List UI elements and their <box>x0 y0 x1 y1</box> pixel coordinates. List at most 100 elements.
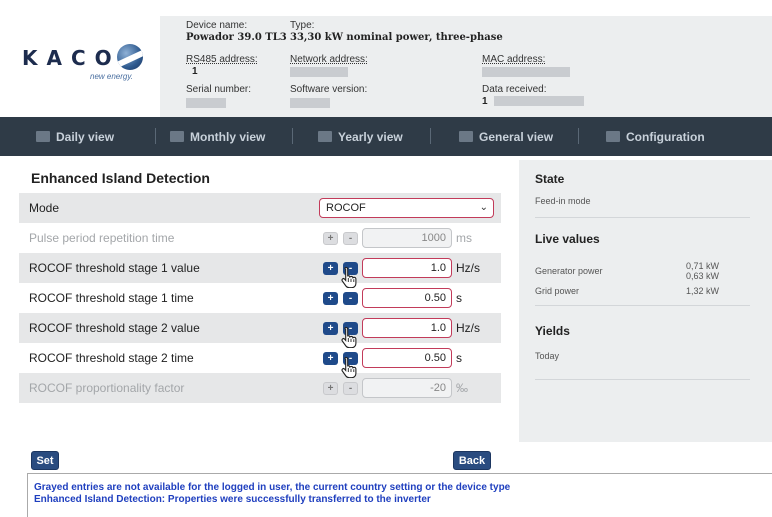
data-received-value: 1 <box>482 96 488 107</box>
nav-configuration-label: Configuration <box>626 129 705 144</box>
device-info-panel: Device name: Powador 39.0 TL3 Type: 33,3… <box>160 16 772 117</box>
nav-daily-view[interactable]: Daily view <box>36 117 114 156</box>
divider <box>535 217 750 218</box>
serial-cell: Serial number: <box>186 84 251 109</box>
hand-pointer-icon <box>341 266 357 288</box>
serial-value-redacted <box>186 98 226 109</box>
nav-yearly-label: Yearly view <box>338 129 403 144</box>
yields-today-label: Today <box>535 351 560 361</box>
data-received-cell: Data received: 1 <box>482 84 585 107</box>
threshold-1-time-minus-button[interactable]: - <box>343 292 358 305</box>
generator-power-value-1: 0,71 kW <box>685 261 719 271</box>
brand-name: KACO <box>22 46 121 70</box>
threshold-1-time-plus-button[interactable]: + <box>323 292 338 305</box>
generator-power-values: 0,71 kW 0,63 kW <box>686 261 719 281</box>
threshold-2-value-label: ROCOF threshold stage 2 value <box>29 321 200 335</box>
hand-pointer-icon <box>341 356 357 378</box>
threshold-2-value-unit: Hz/s <box>456 321 480 335</box>
mode-select-value: ROCOF <box>326 202 366 214</box>
proportionality-minus-button: - <box>343 382 358 395</box>
state-value: Feed-in mode <box>535 196 591 206</box>
set-button[interactable]: Set <box>31 451 59 470</box>
pulse-period-plus-button: + <box>323 232 338 245</box>
divider <box>535 379 750 380</box>
device-name-cell: Device name: Powador 39.0 TL3 <box>186 20 287 43</box>
chevron-down-icon: ⌄ <box>479 202 488 213</box>
rs485-value: 1 <box>192 66 198 77</box>
device-name-label: Device name: <box>186 20 248 31</box>
generator-power-value-2: 0,63 kW <box>685 271 719 281</box>
brand-tagline: new energy. <box>90 72 133 81</box>
data-received-label: Data received: <box>482 84 547 95</box>
nav-divider <box>578 128 579 144</box>
network-value-redacted <box>290 67 348 78</box>
threshold-2-time-input[interactable]: 0.50 <box>362 348 452 368</box>
message-grayed-info: Grayed entries are not available for the… <box>34 482 511 493</box>
live-values-title: Live values <box>535 232 600 246</box>
threshold-1-value-input[interactable]: 1.0 <box>362 258 452 278</box>
pulse-period-minus-button: - <box>343 232 358 245</box>
mode-label: Mode <box>29 201 60 215</box>
threshold-2-value-row: ROCOF threshold stage 2 value + - 1.0 Hz… <box>19 313 501 343</box>
proportionality-input: -20 <box>362 378 452 398</box>
threshold-1-time-input[interactable]: 0.50 <box>362 288 452 308</box>
proportionality-plus-button: + <box>323 382 338 395</box>
divider <box>535 305 750 306</box>
proportionality-label: ROCOF proportionality factor <box>29 381 185 395</box>
software-cell: Software version: <box>290 84 367 109</box>
mode-select[interactable]: ROCOF ⌄ <box>319 198 494 218</box>
header: KACO new energy. Device name: Powador 39… <box>0 0 772 117</box>
mac-value-redacted <box>482 67 570 78</box>
pulse-period-unit: ms <box>456 231 472 245</box>
nav-daily-label: Daily view <box>56 129 115 144</box>
threshold-1-value-row: ROCOF threshold stage 1 value + - 1.0 Hz… <box>19 253 501 283</box>
threshold-2-time-unit: s <box>456 351 462 365</box>
message-transfer-success: Enhanced Island Detection: Properties we… <box>34 494 431 505</box>
back-button[interactable]: Back <box>453 451 491 470</box>
network-label[interactable]: Network address: <box>290 54 368 65</box>
threshold-2-time-row: ROCOF threshold stage 2 time + - 0.50 s <box>19 343 501 373</box>
status-sidebar: State Feed-in mode Live values Generator… <box>519 160 772 442</box>
hand-pointer-icon <box>341 326 357 348</box>
software-label: Software version: <box>290 84 368 95</box>
grid-power-value: 1,32 kW <box>685 286 719 296</box>
message-box: Grayed entries are not available for the… <box>27 473 772 517</box>
main-nav: Daily view Monthly view Yearly view Gene… <box>0 117 772 156</box>
calendar-month-icon <box>170 131 184 142</box>
calendar-year-icon <box>318 131 332 142</box>
state-title: State <box>535 172 565 186</box>
nav-divider <box>155 128 156 144</box>
threshold-1-time-row: ROCOF threshold stage 1 time + - 0.50 s <box>19 283 501 313</box>
nav-general-view[interactable]: General view <box>459 117 553 156</box>
mac-label[interactable]: MAC address: <box>482 54 570 65</box>
page-title: Enhanced Island Detection <box>31 170 210 186</box>
nav-configuration[interactable]: Configuration <box>606 117 705 156</box>
nav-divider <box>430 128 431 144</box>
nav-divider <box>292 128 293 144</box>
serial-label: Serial number: <box>186 84 252 95</box>
device-type-label: Type: <box>290 20 315 31</box>
wrench-icon <box>606 131 620 142</box>
nav-monthly-label: Monthly view <box>190 129 266 144</box>
nav-monthly-view[interactable]: Monthly view <box>170 117 265 156</box>
threshold-2-value-plus-button[interactable]: + <box>323 322 338 335</box>
device-type-cell: Type: 33,30 kW nominal power, three-phas… <box>290 20 503 43</box>
rs485-cell: RS485 address: 1 <box>186 54 258 77</box>
threshold-1-value-plus-button[interactable]: + <box>323 262 338 275</box>
overview-icon <box>459 131 473 142</box>
threshold-2-time-label: ROCOF threshold stage 2 time <box>29 351 194 365</box>
grid-power-label: Grid power <box>535 286 580 296</box>
proportionality-row: ROCOF proportionality factor + - -20 ‰ <box>19 373 501 403</box>
proportionality-unit: ‰ <box>456 381 468 395</box>
globe-icon <box>117 44 143 70</box>
calendar-day-icon <box>36 131 50 142</box>
threshold-2-time-plus-button[interactable]: + <box>323 352 338 365</box>
nav-yearly-view[interactable]: Yearly view <box>318 117 403 156</box>
mac-cell: MAC address: <box>482 54 570 78</box>
threshold-1-value-label: ROCOF threshold stage 1 value <box>29 261 200 275</box>
rs485-label[interactable]: RS485 address: <box>186 54 258 65</box>
threshold-1-value-unit: Hz/s <box>456 261 480 275</box>
device-name-value: Powador 39.0 TL3 <box>186 32 287 43</box>
mode-row: Mode ROCOF ⌄ <box>19 193 501 223</box>
threshold-2-value-input[interactable]: 1.0 <box>362 318 452 338</box>
